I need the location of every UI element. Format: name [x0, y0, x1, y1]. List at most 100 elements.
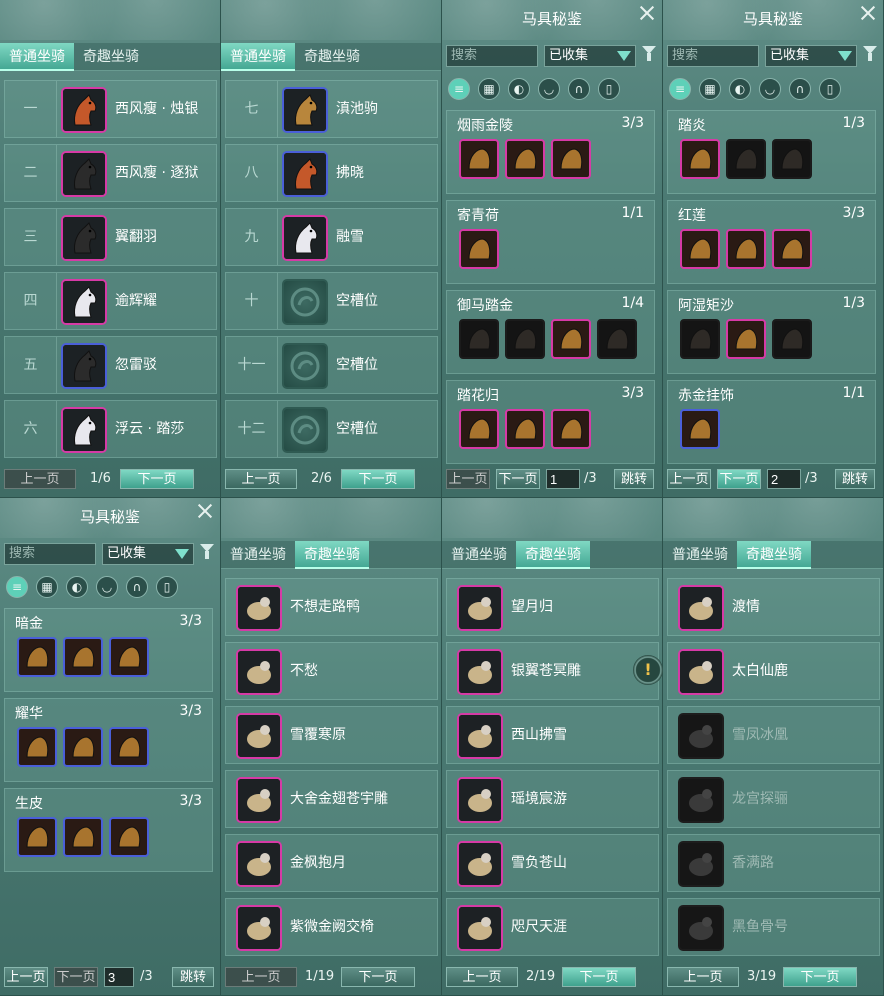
- tab-fun-mounts[interactable]: 奇趣坐骑: [295, 43, 369, 71]
- tab-normal-mounts[interactable]: 普通坐骑: [0, 43, 74, 71]
- gear-item-icon[interactable]: [680, 139, 720, 179]
- collected-filter-select[interactable]: 已收集: [765, 45, 857, 67]
- gear-item-icon[interactable]: [459, 319, 499, 359]
- fun-mount-row[interactable]: 黑鱼骨号: [667, 898, 880, 956]
- close-icon[interactable]: [859, 4, 877, 22]
- page-input[interactable]: [104, 967, 134, 987]
- tab-normal-mounts[interactable]: 普通坐骑: [221, 43, 295, 71]
- gear-item-icon[interactable]: [551, 319, 591, 359]
- gear-item-icon[interactable]: [109, 637, 149, 677]
- head-category-icon[interactable]: ◐: [66, 576, 88, 598]
- gear-item-icon[interactable]: [726, 319, 766, 359]
- gear-item-icon[interactable]: [551, 139, 591, 179]
- grid-category-icon[interactable]: ▦: [699, 78, 721, 100]
- jump-button[interactable]: 跳转: [835, 469, 875, 489]
- next-page-button[interactable]: 下一页: [783, 967, 857, 987]
- stirrup-category-icon[interactable]: ∩: [126, 576, 148, 598]
- tab-normal-mounts[interactable]: 普通坐骑: [442, 541, 516, 569]
- prev-page-button[interactable]: 上一页: [225, 967, 297, 987]
- gear-item-icon[interactable]: [17, 817, 57, 857]
- gear-item-icon[interactable]: [17, 727, 57, 767]
- filter-icon[interactable]: [200, 544, 214, 560]
- gear-item-icon[interactable]: [726, 229, 766, 269]
- page-input[interactable]: [767, 469, 801, 489]
- filter-icon[interactable]: [642, 46, 656, 62]
- fun-mount-row[interactable]: 瑶境宸游: [446, 770, 659, 828]
- saddle-category-icon[interactable]: ◡: [759, 78, 781, 100]
- prev-page-button[interactable]: 上一页: [667, 967, 739, 987]
- next-page-button[interactable]: 下一页: [54, 967, 98, 987]
- next-page-button[interactable]: 下一页: [341, 967, 415, 987]
- collected-filter-select[interactable]: 已收集: [544, 45, 636, 67]
- fun-mount-row[interactable]: 雪凤冰凰: [667, 706, 880, 764]
- search-input[interactable]: 搜索: [667, 45, 759, 67]
- mount-row[interactable]: 五 忽雷驳: [4, 336, 217, 394]
- stirrup-category-icon[interactable]: ∩: [568, 78, 590, 100]
- head-category-icon[interactable]: ◐: [729, 78, 751, 100]
- next-page-button[interactable]: 下一页: [341, 469, 415, 489]
- gear-item-icon[interactable]: [505, 409, 545, 449]
- gear-item-icon[interactable]: [63, 817, 103, 857]
- mount-row[interactable]: 十一 空槽位: [225, 336, 438, 394]
- prev-page-button[interactable]: 上一页: [4, 469, 76, 489]
- fun-mount-row[interactable]: 不想走路鸭: [225, 578, 438, 636]
- prev-page-button[interactable]: 上一页: [667, 469, 711, 489]
- fun-mount-row[interactable]: 紫微金阙交椅: [225, 898, 438, 956]
- fun-mount-row[interactable]: 金枫抱月: [225, 834, 438, 892]
- gear-item-icon[interactable]: [772, 229, 812, 269]
- list-category-icon[interactable]: ≡: [448, 78, 470, 100]
- gear-item-icon[interactable]: [505, 319, 545, 359]
- tab-fun-mounts[interactable]: 奇趣坐骑: [295, 541, 369, 569]
- filter-icon[interactable]: [863, 46, 877, 62]
- tab-normal-mounts[interactable]: 普通坐骑: [221, 541, 295, 569]
- mount-row[interactable]: 一 西风瘦 · 烛银: [4, 80, 217, 138]
- prev-page-button[interactable]: 上一页: [446, 967, 518, 987]
- gear-item-icon[interactable]: [726, 139, 766, 179]
- mount-row[interactable]: 十 空槽位: [225, 272, 438, 330]
- search-input[interactable]: 搜索: [446, 45, 538, 67]
- fun-mount-row[interactable]: 西山拂雪: [446, 706, 659, 764]
- tab-fun-mounts[interactable]: 奇趣坐骑: [737, 541, 811, 569]
- list-category-icon[interactable]: ≡: [6, 576, 28, 598]
- next-page-button[interactable]: 下一页: [562, 967, 636, 987]
- armor-category-icon[interactable]: ▯: [598, 78, 620, 100]
- fun-mount-row[interactable]: 银翼苍冥雕: [446, 642, 659, 700]
- prev-page-button[interactable]: 上一页: [4, 967, 48, 987]
- mount-row[interactable]: 三 翼翻羽: [4, 208, 217, 266]
- fun-mount-row[interactable]: 大舍金翅苍宇雕: [225, 770, 438, 828]
- gear-item-icon[interactable]: [505, 139, 545, 179]
- prev-page-button[interactable]: 上一页: [225, 469, 297, 489]
- next-page-button[interactable]: 下一页: [496, 469, 540, 489]
- gear-item-icon[interactable]: [109, 727, 149, 767]
- jump-button[interactable]: 跳转: [614, 469, 654, 489]
- fun-mount-row[interactable]: 太白仙鹿: [667, 642, 880, 700]
- gear-item-icon[interactable]: [459, 409, 499, 449]
- mount-row[interactable]: 七 滇池驹: [225, 80, 438, 138]
- gear-item-icon[interactable]: [597, 319, 637, 359]
- mount-row[interactable]: 十二 空槽位: [225, 400, 438, 458]
- list-category-icon[interactable]: ≡: [669, 78, 691, 100]
- next-page-button[interactable]: 下一页: [120, 469, 194, 489]
- mount-row[interactable]: 六 浮云 · 踏莎: [4, 400, 217, 458]
- head-category-icon[interactable]: ◐: [508, 78, 530, 100]
- gear-item-icon[interactable]: [63, 727, 103, 767]
- jump-button[interactable]: 跳转: [172, 967, 214, 987]
- fun-mount-row[interactable]: 龙宫探骊: [667, 770, 880, 828]
- page-input[interactable]: [546, 469, 580, 489]
- gear-item-icon[interactable]: [680, 229, 720, 269]
- mount-row[interactable]: 四 逾辉耀: [4, 272, 217, 330]
- tab-normal-mounts[interactable]: 普通坐骑: [663, 541, 737, 569]
- saddle-category-icon[interactable]: ◡: [538, 78, 560, 100]
- armor-category-icon[interactable]: ▯: [819, 78, 841, 100]
- gear-item-icon[interactable]: [551, 409, 591, 449]
- fun-mount-row[interactable]: 咫尺天涯: [446, 898, 659, 956]
- gear-item-icon[interactable]: [17, 637, 57, 677]
- gear-item-icon[interactable]: [772, 139, 812, 179]
- gear-item-icon[interactable]: [680, 319, 720, 359]
- search-input[interactable]: 搜索: [4, 543, 96, 565]
- warning-icon[interactable]: !: [633, 655, 663, 685]
- mount-row[interactable]: 二 西风瘦 · 逐狱: [4, 144, 217, 202]
- gear-item-icon[interactable]: [63, 637, 103, 677]
- mount-row[interactable]: 八 拂晓: [225, 144, 438, 202]
- tab-fun-mounts[interactable]: 奇趣坐骑: [74, 43, 148, 71]
